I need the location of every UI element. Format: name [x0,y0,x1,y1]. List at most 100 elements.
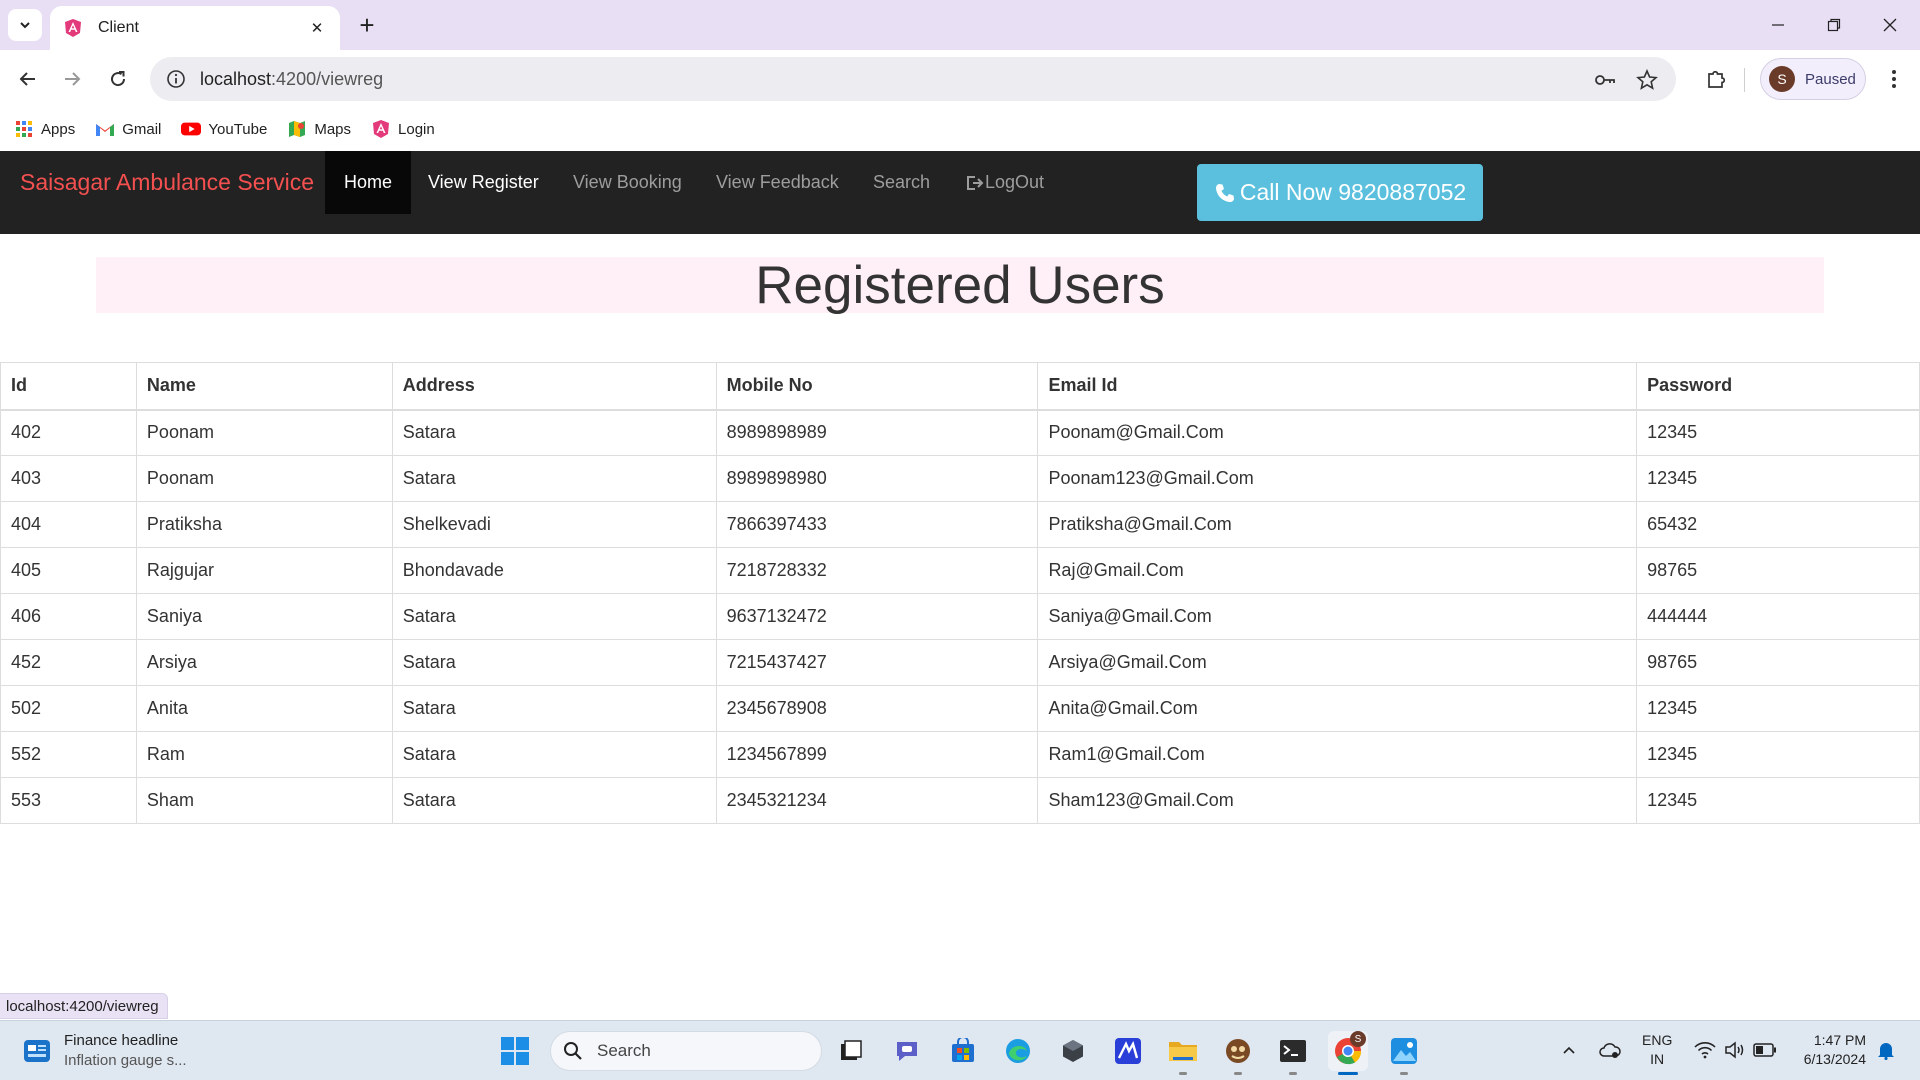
bookmark-gmail[interactable]: Gmail [95,119,161,139]
windows-logo-icon [501,1037,529,1065]
unity-hub-button[interactable] [1053,1031,1093,1071]
language-indicator[interactable]: ENG IN [1642,1031,1672,1069]
table-row: 406 Saniya Satara 9637132472 Saniya@Gmail.Co… [0,593,1920,640]
angular-icon [62,17,84,39]
brand-link[interactable]: Saisagar Ambulance Service [20,169,314,196]
extensions-button[interactable] [1700,63,1732,95]
nav-view-booking[interactable]: View Booking [554,151,701,214]
minimize-window-button[interactable] [1758,8,1798,42]
table-cell: Satara [391,593,717,640]
table-row: 405 Rajgujar Bhondavade 7218728332 Raj@Gmail… [0,547,1920,594]
taskbar-search[interactable]: Search [550,1031,822,1071]
new-tab-button[interactable]: + [352,10,382,40]
minimize-icon [1772,24,1784,26]
table-cell: Sham [135,777,393,824]
table-cell: Satara [391,409,717,456]
close-window-button[interactable] [1870,8,1910,42]
photos-button[interactable] [1384,1031,1424,1075]
task-view-button[interactable] [831,1031,871,1071]
table-cell: 2345678908 [715,685,1039,732]
call-now-button[interactable]: Call Now 9820887052 [1197,164,1483,221]
table-cell: Anita [135,685,393,732]
search-icon [564,1042,582,1060]
start-button[interactable] [498,1034,532,1068]
bookmarks-bar: Apps Gmail YouTube Maps Login [0,108,1920,150]
address-url[interactable]: localhost:4200/viewreg [200,69,383,90]
edge-button[interactable] [998,1031,1038,1071]
table-row: 404 Pratiksha Shelkevadi 7866397433 Pratiksh… [0,501,1920,548]
nav-home[interactable]: Home [325,151,412,214]
chrome-button[interactable]: S [1328,1031,1368,1075]
restore-icon [1827,18,1841,32]
table-cell: 502 [0,685,137,732]
bookmark-login[interactable]: Login [371,119,435,139]
table-cell: Arsiya [135,639,393,686]
system-clock[interactable]: 1:47 PM 6/13/2024 [1794,1031,1866,1069]
microsoft-store-button[interactable] [943,1031,983,1071]
game-character-icon [1226,1039,1250,1063]
bookmark-maps[interactable]: Maps [287,119,351,139]
back-button[interactable] [10,61,46,97]
table-cell: 552 [0,731,137,778]
registered-users-table: Id Name Address Mobile No Email Id Password 4… [0,362,1920,824]
bookmark-label: Apps [41,120,76,138]
show-hidden-icons[interactable] [1556,1037,1582,1063]
battery-icon [1753,1043,1776,1057]
store-icon [952,1038,974,1062]
notifications-button[interactable] [1874,1038,1898,1062]
teams-chat-button[interactable] [887,1031,927,1071]
wifi-tray[interactable] [1692,1037,1718,1063]
bookmark-star-icon[interactable] [1634,67,1660,93]
table-cell: Raj@Gmail.Com [1037,547,1638,594]
logout-icon [967,175,984,190]
bookmark-youtube[interactable]: YouTube [181,119,267,139]
reload-icon [111,71,126,87]
tab-title: Client [98,19,139,36]
site-info-icon[interactable] [154,57,198,101]
nav-search[interactable]: Search [854,151,949,214]
news-widget[interactable]: Finance headline Inflation gauge s... [22,1031,187,1071]
restore-window-button[interactable] [1814,8,1854,42]
cloud-sync-icon [1599,1043,1621,1058]
browser-menu-button[interactable] [1878,62,1910,96]
file-explorer-button[interactable] [1163,1031,1203,1075]
address-bar[interactable]: localhost:4200/viewreg [150,57,1676,101]
onedrive-tray[interactable] [1597,1037,1623,1063]
table-cell: Rajgujar [135,547,393,594]
nav-view-feedback[interactable]: View Feedback [697,151,858,214]
terminal-button[interactable] [1273,1031,1313,1075]
close-tab-icon[interactable]: ✕ [306,17,328,39]
language-code: ENG [1642,1032,1673,1048]
table-cell: Ram [135,731,393,778]
editor-icon [1115,1038,1141,1064]
clock-time: 1:47 PM [1813,1032,1866,1048]
reload-button[interactable] [100,61,136,97]
bookmark-label: Gmail [122,120,162,138]
profile-button[interactable]: S Paused [1760,58,1866,100]
gmail-icon [95,119,115,139]
password-key-icon[interactable] [1592,67,1618,93]
table-cell: Satara [391,685,717,732]
column-header: Mobile No [715,362,1039,411]
bookmark-apps[interactable]: Apps [14,119,75,139]
browser-toolbar: localhost:4200/viewreg S Paused [0,50,1920,108]
nav-view-register[interactable]: View Register [409,151,558,214]
bell-icon [1878,1043,1894,1060]
table-cell: Satara [391,455,717,502]
nav-logout[interactable]: LogOut [947,151,1063,214]
table-cell: Pratiksha [135,501,393,548]
table-cell: Saniya [135,593,393,640]
call-now-label: Call Now 9820887052 [1239,179,1467,205]
forward-button[interactable] [54,61,90,97]
vs-code-button[interactable] [1108,1031,1148,1071]
game-app-button[interactable] [1218,1031,1258,1075]
arrow-left-icon [19,72,35,86]
toolbar-separator [1744,68,1745,92]
table-cell: Ram1@Gmail.Com [1037,731,1638,778]
volume-tray[interactable] [1722,1037,1748,1063]
battery-tray[interactable] [1752,1037,1778,1063]
browser-tab[interactable]: Client ✕ [50,6,340,50]
tab-search-button[interactable] [8,9,42,41]
url-host: localhost [200,68,272,89]
clock-date: 6/13/2024 [1803,1051,1866,1067]
